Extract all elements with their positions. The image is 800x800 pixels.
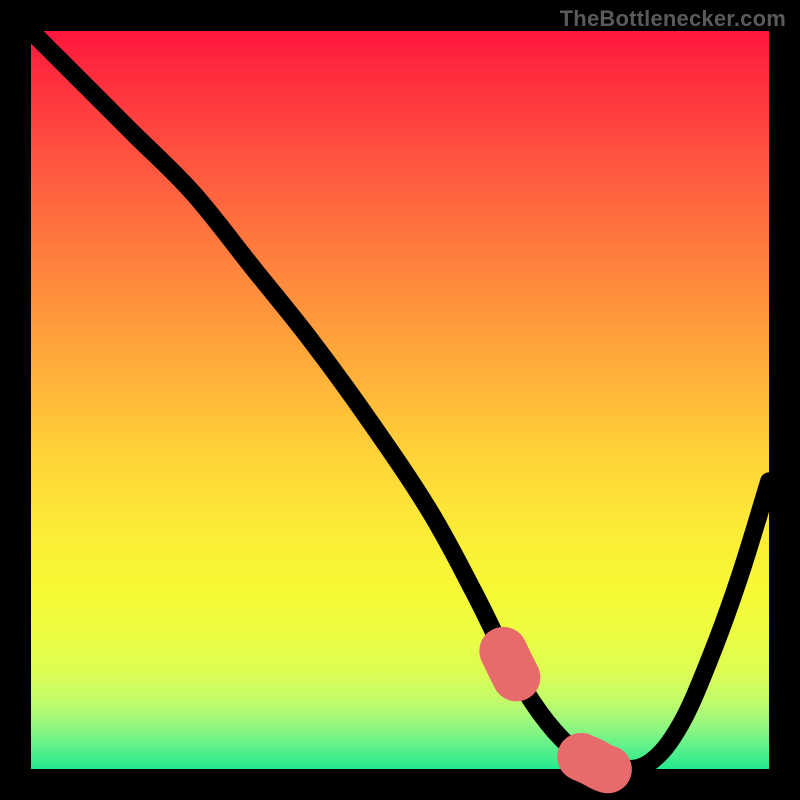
- chart-svg: [31, 31, 769, 769]
- watermark-text: TheBottlenecker.com: [560, 6, 786, 32]
- bottleneck-curve-line: [31, 31, 769, 769]
- chart-area: [31, 31, 769, 769]
